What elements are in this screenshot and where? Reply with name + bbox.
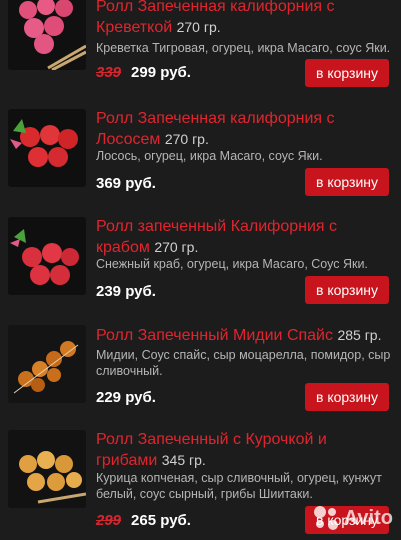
product-weight: 270 гр. — [154, 239, 199, 255]
current-price: 369 руб. — [96, 175, 156, 192]
product-title[interactable]: Ролл Запеченная калифорния с Креветкой 2… — [96, 0, 392, 38]
add-to-cart-button[interactable]: в корзину — [305, 168, 389, 196]
sushi-roll-image — [8, 325, 86, 403]
price-row: 239 руб. — [96, 283, 156, 300]
sushi-roll-image — [8, 0, 86, 70]
sushi-roll-image — [8, 430, 86, 508]
product-description: Снежный краб, огурец, икра Масаго, Соус … — [96, 257, 368, 271]
current-price: 229 руб. — [96, 389, 156, 406]
product-description: Лосось, огурец, икра Масаго, соус Яки. — [96, 149, 323, 163]
product-title[interactable]: Ролл запеченный Калифорния с крабом 270 … — [96, 217, 392, 258]
old-price: 339 — [96, 64, 122, 81]
product-photo[interactable] — [8, 430, 86, 508]
add-to-cart-button[interactable]: в корзину — [305, 59, 389, 87]
product-description: Креветка Тигровая, огурец, икра Масаго, … — [96, 41, 391, 55]
product-weight: 270 гр. — [176, 19, 221, 35]
current-price: 239 руб. — [96, 283, 156, 300]
product-weight: 285 гр. — [337, 327, 382, 343]
avito-logo-icon — [313, 506, 338, 530]
sushi-roll-image — [8, 217, 86, 295]
product-description: Курица копченая, сыр сливочный, огурец, … — [96, 471, 382, 501]
product-photo[interactable] — [8, 109, 86, 187]
avito-watermark: Avito — [313, 506, 393, 530]
product-photo[interactable] — [8, 217, 86, 295]
add-to-cart-button[interactable]: в корзину — [305, 276, 389, 304]
price-row: 299 265 руб. — [96, 512, 191, 529]
product-description: Мидии, Соус спайс, сыр моцарелла, помидо… — [96, 348, 391, 378]
current-price: 299 руб. — [131, 64, 191, 81]
sushi-roll-image — [8, 109, 86, 187]
price-row: 339 299 руб. — [96, 64, 191, 81]
add-to-cart-button[interactable]: в корзину — [305, 383, 389, 411]
product-title[interactable]: Ролл Запеченный с Курочкой и грибами 345… — [96, 430, 392, 471]
price-row: 229 руб. — [96, 389, 156, 406]
product-title[interactable]: Ролл Запеченная калифорния с Лососем 270… — [96, 109, 392, 150]
old-price: 299 — [96, 512, 122, 529]
product-weight: 270 гр. — [164, 131, 209, 147]
product-weight: 345 гр. — [161, 452, 206, 468]
price-row: 369 руб. — [96, 175, 156, 192]
product-photo[interactable] — [8, 0, 86, 70]
product-title[interactable]: Ролл Запеченный Мидии Спайс 285 гр. — [96, 325, 392, 346]
product-photo[interactable] — [8, 325, 86, 403]
current-price: 265 руб. — [131, 512, 191, 529]
